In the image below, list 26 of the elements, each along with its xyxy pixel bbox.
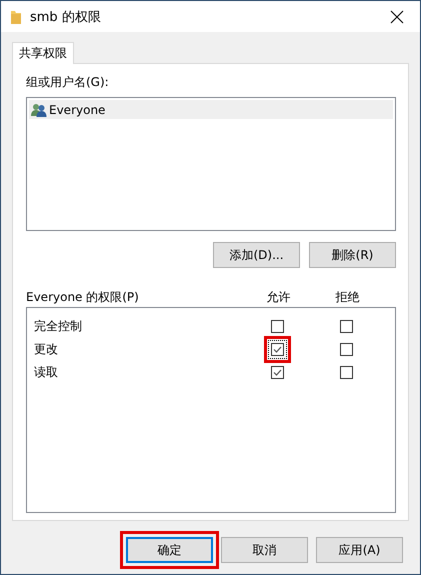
tab[interactable]: 共享权限 <box>12 42 74 64</box>
dialog-button[interactable]: 应用(A) <box>316 537 403 563</box>
allow-checkbox[interactable] <box>271 343 284 356</box>
permission-name: 读取 <box>34 364 59 381</box>
checkmark-icon <box>273 369 282 376</box>
close-icon <box>390 10 404 24</box>
column-header: 拒绝 <box>334 288 360 306</box>
remove-button[interactable]: 删除(R) <box>309 242 396 268</box>
checkmark-icon <box>273 346 282 353</box>
allow-checkbox[interactable] <box>271 366 284 379</box>
dialog-button[interactable]: 确定 <box>126 537 213 563</box>
permissions-label: Everyone 的权限(P) <box>26 288 140 306</box>
deny-checkbox[interactable] <box>340 320 353 333</box>
column-header: 允许 <box>266 288 292 306</box>
list-item[interactable]: Everyone <box>29 100 393 119</box>
dialog-button[interactable]: 取消 <box>221 537 308 563</box>
allow-checkbox[interactable] <box>271 320 284 333</box>
users-icon <box>31 102 47 116</box>
permission-name: 更改 <box>34 341 59 358</box>
window-title: smb 的权限 <box>30 8 102 26</box>
add-button[interactable]: 添加(D)... <box>213 242 300 268</box>
deny-checkbox[interactable] <box>340 343 353 356</box>
deny-checkbox[interactable] <box>340 366 353 379</box>
permission-name: 完全控制 <box>34 318 83 335</box>
folder-icon <box>11 10 21 24</box>
list-label: 组或用户名(G): <box>26 74 110 91</box>
